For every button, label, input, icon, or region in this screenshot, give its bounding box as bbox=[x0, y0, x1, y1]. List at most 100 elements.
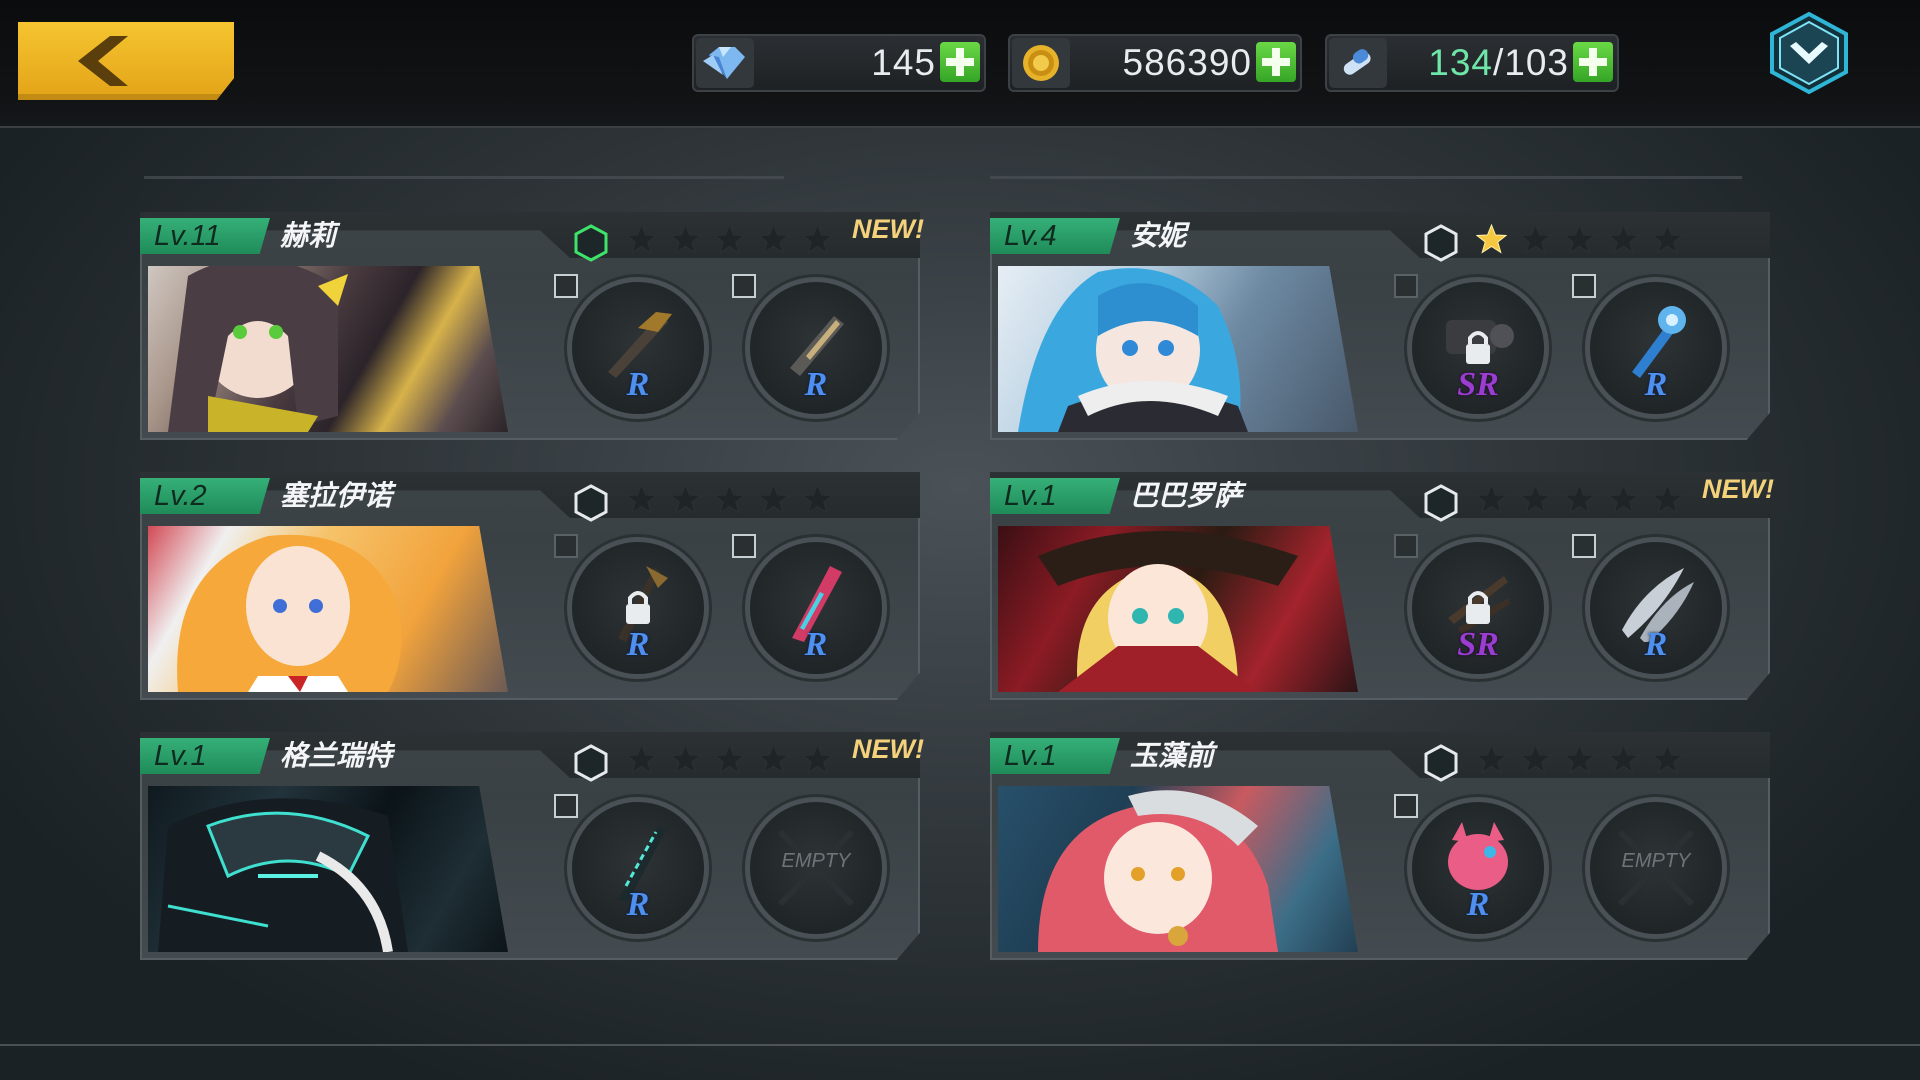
character-card[interactable]: Lv.1 格兰瑞特 NEW! R EMPTY bbox=[140, 732, 924, 960]
stamina-count: 134/103 bbox=[1428, 42, 1569, 83]
edit-icon[interactable] bbox=[732, 534, 756, 558]
character-card[interactable]: Lv.4 安妮 SR R bbox=[990, 212, 1770, 440]
character-card[interactable]: Lv.2 塞拉伊诺 R R bbox=[140, 472, 920, 700]
new-badge: NEW! bbox=[852, 214, 924, 244]
star-empty-icon bbox=[1475, 743, 1508, 775]
character-portrait bbox=[148, 526, 508, 692]
star-empty-icon bbox=[801, 743, 834, 775]
class-hex-icon bbox=[574, 744, 608, 782]
level-tag: Lv.4 bbox=[990, 218, 1120, 254]
edit-icon[interactable] bbox=[732, 274, 756, 298]
star-empty-icon bbox=[713, 223, 746, 255]
star-empty-icon bbox=[1607, 483, 1640, 515]
star-empty-icon bbox=[1519, 223, 1552, 255]
character-portrait bbox=[148, 266, 508, 432]
level-tag: Lv.1 bbox=[140, 738, 270, 774]
level-tag: Lv.1 bbox=[990, 738, 1120, 774]
star-empty-icon bbox=[1607, 743, 1640, 775]
edit-icon[interactable] bbox=[1572, 274, 1596, 298]
equipment-slot[interactable]: R bbox=[1572, 274, 1722, 414]
class-hex-icon bbox=[574, 484, 608, 522]
character-card[interactable]: Lv.1 玉藻前 R EMPTY bbox=[990, 732, 1770, 960]
star-empty-icon bbox=[713, 483, 746, 515]
equipment-slot[interactable]: SR bbox=[1394, 274, 1544, 414]
class-hex-icon bbox=[1424, 484, 1458, 522]
edit-icon[interactable] bbox=[1394, 794, 1418, 818]
rarity-label: SR bbox=[1457, 626, 1499, 663]
rarity-label: SR bbox=[1457, 366, 1499, 403]
star-rating bbox=[625, 223, 834, 255]
divider bbox=[0, 1044, 1920, 1046]
equipment-slot[interactable]: R bbox=[732, 534, 882, 674]
rarity-label: R bbox=[804, 626, 828, 663]
star-filled-icon bbox=[1475, 223, 1508, 255]
gold-counter: 586390 bbox=[1008, 34, 1302, 92]
add-gold-button[interactable] bbox=[1256, 42, 1296, 82]
star-empty-icon bbox=[669, 483, 702, 515]
lock-icon bbox=[1466, 591, 1490, 624]
equipment-slot[interactable]: R bbox=[554, 274, 704, 414]
star-empty-icon bbox=[669, 223, 702, 255]
edit-icon bbox=[1394, 534, 1418, 558]
top-bar: 145 586390 134/103 bbox=[0, 0, 1920, 128]
rarity-label: R bbox=[626, 366, 650, 403]
dropdown-menu-icon[interactable] bbox=[1768, 10, 1850, 96]
empty-equipment-slot[interactable]: EMPTY bbox=[1590, 802, 1722, 934]
equipment-slot[interactable]: SR bbox=[1394, 534, 1544, 674]
gem-counter: 145 bbox=[692, 34, 986, 92]
rarity-label: R bbox=[804, 366, 828, 403]
star-empty-icon bbox=[1607, 223, 1640, 255]
gem-icon bbox=[696, 38, 754, 88]
star-empty-icon bbox=[1651, 223, 1684, 255]
star-rating bbox=[1475, 743, 1684, 775]
character-card[interactable]: Lv.1 巴巴罗萨 NEW! SR R bbox=[990, 472, 1774, 700]
rarity-label: R bbox=[626, 886, 650, 923]
star-empty-icon bbox=[1519, 483, 1552, 515]
character-card[interactable]: Lv.11 赫莉 NEW! R R bbox=[140, 212, 924, 440]
edit-icon[interactable] bbox=[554, 794, 578, 818]
character-name: 巴巴罗萨 bbox=[1130, 479, 1243, 512]
star-empty-icon bbox=[625, 483, 658, 515]
add-stamina-button[interactable] bbox=[1573, 42, 1613, 82]
star-empty-icon bbox=[801, 223, 834, 255]
class-hex-icon bbox=[574, 224, 608, 262]
equipment-slot[interactable]: R bbox=[1572, 534, 1722, 674]
back-button[interactable] bbox=[18, 22, 234, 100]
star-empty-icon bbox=[1563, 223, 1596, 255]
edit-icon[interactable] bbox=[1572, 534, 1596, 558]
star-empty-icon bbox=[1563, 483, 1596, 515]
level-tag: Lv.11 bbox=[140, 218, 270, 254]
character-portrait bbox=[998, 786, 1358, 952]
character-name: 安妮 bbox=[1130, 219, 1187, 252]
class-hex-icon bbox=[1424, 224, 1458, 262]
equipment-slot[interactable]: R bbox=[554, 534, 704, 674]
edit-icon bbox=[554, 534, 578, 558]
character-name: 赫莉 bbox=[280, 219, 337, 252]
edit-icon[interactable] bbox=[554, 274, 578, 298]
rarity-label: R bbox=[1466, 886, 1490, 923]
chevron-left-icon bbox=[78, 36, 128, 86]
star-empty-icon bbox=[1475, 483, 1508, 515]
empty-equipment-slot[interactable]: EMPTY bbox=[750, 802, 882, 934]
star-empty-icon bbox=[1519, 743, 1552, 775]
rarity-label: R bbox=[1644, 626, 1668, 663]
equipment-slot[interactable]: R bbox=[554, 794, 704, 934]
star-empty-icon bbox=[625, 223, 658, 255]
star-empty-icon bbox=[625, 743, 658, 775]
character-name: 格兰瑞特 bbox=[280, 739, 393, 772]
star-rating bbox=[1475, 223, 1684, 255]
equipment-slot[interactable]: R bbox=[1394, 794, 1544, 934]
add-gems-button[interactable] bbox=[940, 42, 980, 82]
level-tag: Lv.2 bbox=[140, 478, 270, 514]
divider bbox=[990, 176, 1742, 179]
new-badge: NEW! bbox=[1702, 474, 1774, 504]
character-portrait bbox=[998, 526, 1358, 692]
empty-label: EMPTY bbox=[1621, 850, 1691, 872]
equipment-slot[interactable]: R bbox=[732, 274, 882, 414]
divider bbox=[144, 176, 784, 179]
stamina-counter: 134/103 bbox=[1325, 34, 1619, 92]
star-empty-icon bbox=[801, 483, 834, 515]
stamina-icon bbox=[1329, 38, 1387, 88]
character-name: 玉藻前 bbox=[1130, 739, 1215, 772]
character-name: 塞拉伊诺 bbox=[280, 479, 393, 512]
